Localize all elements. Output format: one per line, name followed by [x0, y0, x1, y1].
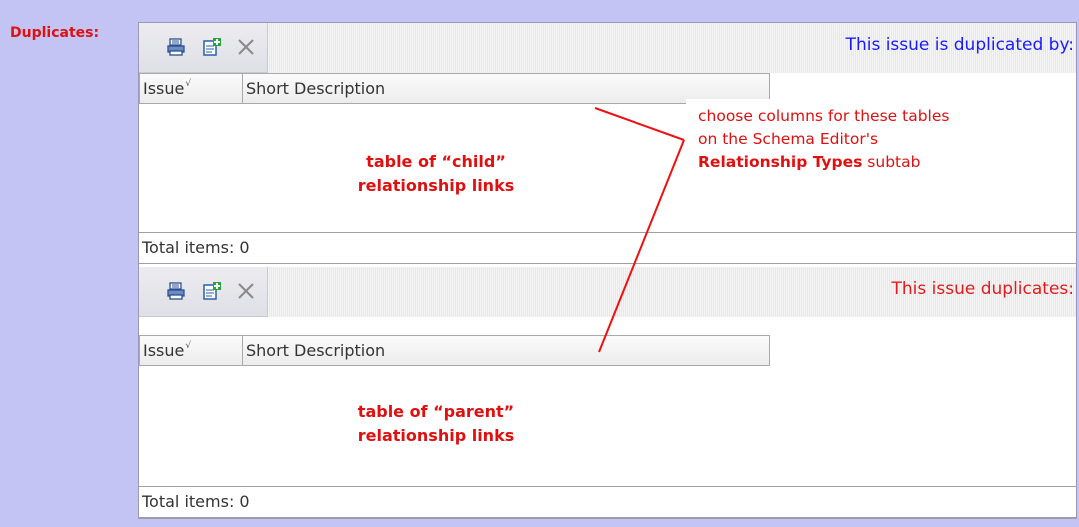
parent-toolbar: This issue duplicates:	[139, 267, 1076, 317]
field-label: Duplicates:	[10, 25, 100, 41]
child-table-header: Issue√ Short Description	[139, 73, 770, 104]
link-records-icon[interactable]	[166, 37, 186, 57]
parent-toolbar-tab	[139, 267, 268, 317]
add-record-icon[interactable]	[202, 281, 222, 301]
parent-table-note: table of “parent” relationship links	[316, 400, 556, 448]
child-total-items: Total items: 0	[139, 232, 1076, 264]
link-records-icon[interactable]	[166, 281, 186, 301]
parent-total-items: Total items: 0	[139, 486, 1076, 518]
child-toolbar: This issue is duplicated by:	[139, 23, 1076, 73]
parent-relationships-table: Issue√ Short Description table of “paren…	[139, 335, 1076, 487]
parent-table-header: Issue√ Short Description	[139, 335, 770, 366]
add-record-icon[interactable]	[202, 37, 222, 57]
remove-icon[interactable]	[236, 281, 256, 301]
child-toolbar-tab	[139, 23, 268, 73]
sort-indicator-icon: √	[185, 79, 192, 89]
parent-note-line1: table of “parent”	[357, 402, 515, 421]
parent-section-caption: This issue duplicates:	[891, 279, 1075, 299]
annotation-callout: choose columns for these tables on the S…	[686, 99, 1075, 208]
sort-indicator-icon: √	[185, 341, 192, 351]
remove-icon[interactable]	[236, 37, 256, 57]
column-header-issue[interactable]: Issue√	[139, 335, 243, 366]
callout-line1: choose columns for these tables	[698, 107, 950, 125]
duplicates-panel: This issue is duplicated by: Issue√ Shor…	[138, 22, 1077, 519]
child-note-line2: relationship links	[357, 176, 515, 195]
column-header-short-description[interactable]: Short Description	[243, 335, 770, 366]
child-table-note: table of “child” relationship links	[316, 150, 556, 198]
callout-line3: Relationship Types subtab	[698, 151, 1075, 174]
callout-bold-text: Relationship Types	[698, 153, 863, 171]
parent-note-line2: relationship links	[357, 426, 515, 445]
column-header-issue[interactable]: Issue√	[139, 73, 243, 104]
callout-line2: on the Schema Editor's	[698, 130, 879, 148]
child-note-line1: table of “child”	[366, 152, 506, 171]
child-section-caption: This issue is duplicated by:	[845, 35, 1074, 55]
callout-line3-rest: subtab	[862, 153, 921, 171]
